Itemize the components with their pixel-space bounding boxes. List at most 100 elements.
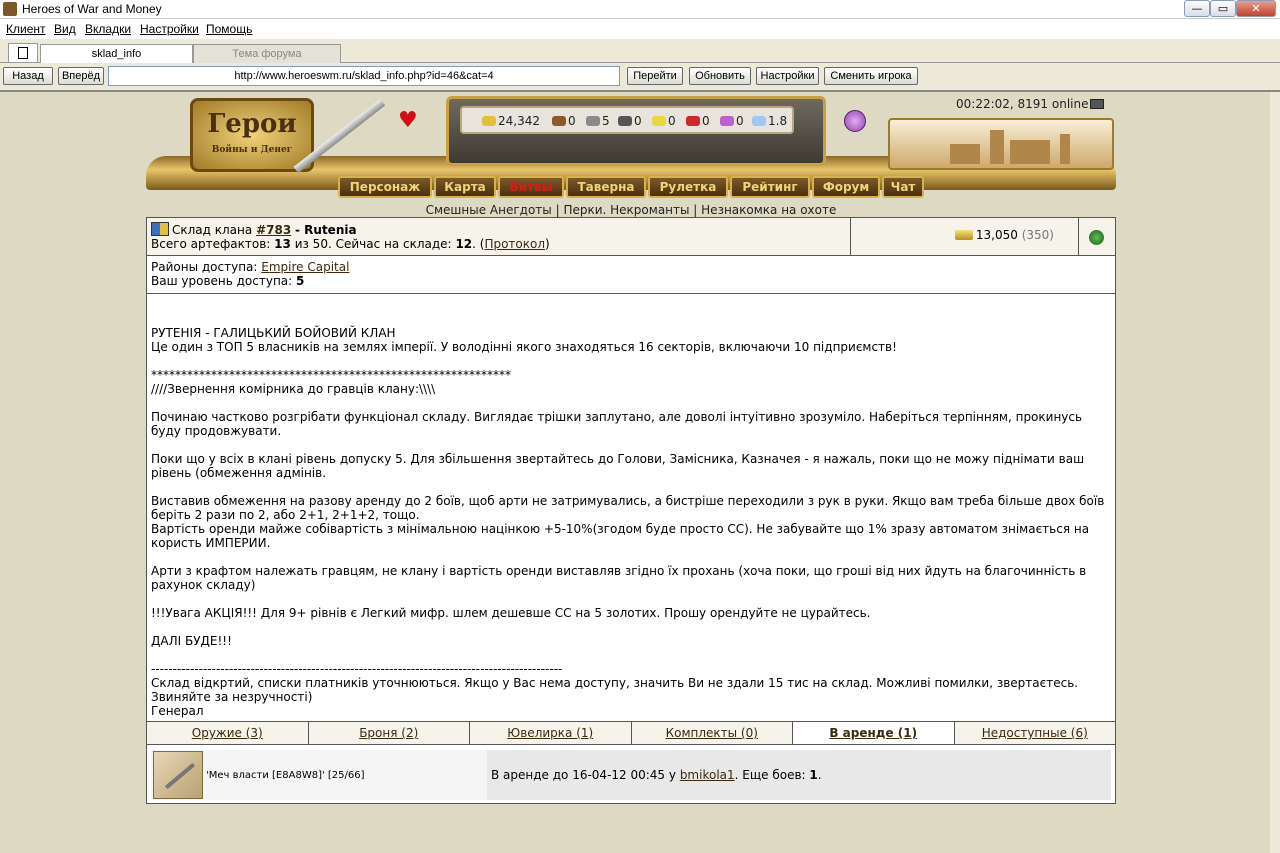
clan-warehouse-panel: Склад клана #783 - Rutenia Всего артефак…: [146, 217, 1116, 804]
clan-description: РУТЕНІЯ - ГАЛИЦЬКИЙ БОЙОВИЙ КЛАН Це один …: [151, 312, 1113, 718]
menu-help[interactable]: Помощь: [206, 22, 252, 36]
menu-settings[interactable]: Настройки: [140, 22, 199, 36]
gold-icon: [482, 116, 496, 126]
description-line: ****************************************…: [151, 368, 511, 382]
logo-title: Герои: [207, 109, 297, 139]
mercury-icon: [618, 116, 632, 126]
nav-chat[interactable]: Чат: [882, 176, 924, 198]
description-line: [151, 480, 1113, 494]
nav-character[interactable]: Персонаж: [338, 176, 432, 198]
back-button[interactable]: Назад: [3, 67, 53, 85]
res-mercury: 0: [618, 114, 642, 128]
menu-tabs[interactable]: Вкладки: [85, 22, 131, 36]
tab-sets[interactable]: Комплекты (0): [632, 722, 793, 744]
access-level: Ваш уровень доступа: 5: [151, 274, 305, 288]
url-input[interactable]: http://www.heroeswm.ru/sklad_info.php?id…: [108, 66, 620, 86]
warehouse-gold: 13,050 (350): [852, 218, 1079, 256]
tab-unavailable[interactable]: Недоступные (6): [955, 722, 1116, 744]
go-button[interactable]: Перейти: [627, 67, 683, 85]
description-line: ////Звернення комірника до гравців клану…: [151, 382, 436, 396]
description-line: [151, 438, 1113, 452]
tab-forum-topic[interactable]: Тема форума: [193, 44, 341, 63]
tab-rented[interactable]: В аренде (1): [793, 722, 955, 744]
res-crystal: 0: [686, 114, 710, 128]
menu-view[interactable]: Вид: [54, 22, 76, 36]
sulfur-icon: [652, 116, 666, 126]
description-line: РУТЕНІЯ - ГАЛИЦЬКИЙ БОЙОВИЙ КЛАН: [151, 326, 396, 340]
access-info: Районы доступа: Empire Capital Ваш урове…: [147, 256, 1115, 294]
menu-bar: Клиент Вид Вкладки Настройки Помощь: [0, 19, 1280, 39]
game-logo[interactable]: Герои Войны и Денег: [190, 98, 314, 172]
description-line: [151, 312, 1113, 326]
clan-flag-icon: [151, 222, 169, 236]
globe-icon[interactable]: [1089, 230, 1104, 245]
minimize-button[interactable]: —: [1184, 0, 1210, 17]
sword-item-image[interactable]: [153, 751, 203, 799]
warehouse-title: Склад клана #783 - Rutenia: [151, 222, 846, 237]
nav-battles[interactable]: Битвы: [498, 176, 564, 198]
description-line: Генерал: [151, 704, 204, 718]
tab-armor[interactable]: Броня (2): [309, 722, 470, 744]
description-line: [151, 648, 1113, 662]
page-icon: [18, 47, 28, 59]
description-line: Арти з крафтом належать гравцям, не клан…: [151, 564, 1091, 592]
city-picture[interactable]: [888, 118, 1114, 170]
nav-tavern[interactable]: Таверна: [566, 176, 646, 198]
forward-button[interactable]: Вперёд: [58, 67, 104, 85]
protocol-link[interactable]: Протокол: [484, 237, 545, 251]
description-line: [151, 620, 1113, 634]
clan-id-link[interactable]: #783: [256, 223, 291, 237]
mana-flask-icon: [844, 110, 866, 132]
new-tab-button[interactable]: [8, 43, 38, 63]
menu-client[interactable]: Клиент: [6, 22, 46, 36]
app-icon: [3, 2, 17, 16]
item-info: 'Меч власти [E8A8W8]' [25/66]: [151, 750, 487, 800]
description-line: [151, 396, 1113, 410]
window-title: Heroes of War and Money: [22, 2, 162, 16]
page-viewport: Герои Войны и Денег ♥ 24,342 0 5 0 0 0 0…: [0, 90, 1280, 853]
resources-panel: 24,342 0 5 0 0 0 0 1.8: [460, 106, 794, 134]
tab-weapons[interactable]: Оружие (3): [147, 722, 309, 744]
renter-link[interactable]: bmikola1: [680, 768, 735, 782]
gold-icon: [954, 230, 973, 240]
news-link-stranger[interactable]: Незнакомка на охоте: [701, 203, 836, 217]
logo-subtitle: Войны и Денег: [211, 145, 293, 155]
description-line: Поки що у всіх в клані рівень допуску 5.…: [151, 452, 1088, 480]
description-line: Виставив обмеження на разову аренду до 2…: [151, 494, 1109, 522]
description-line: !!!Увага АКЦІЯ!!! Для 9+ рівнів є Легкий…: [151, 606, 871, 620]
close-button[interactable]: ✕: [1236, 0, 1276, 17]
rented-item-row: 'Меч власти [E8A8W8]' [25/66] В аренде д…: [151, 750, 1111, 800]
news-links: Смешные Анегдоты | Перки. Некроманты | Н…: [425, 203, 837, 217]
description-line: [151, 354, 1113, 368]
settings-button[interactable]: Настройки: [756, 67, 819, 85]
description-line: [151, 592, 1113, 606]
switch-player-button[interactable]: Сменить игрока: [824, 67, 918, 85]
gems-icon: [720, 116, 734, 126]
district-link[interactable]: Empire Capital: [261, 260, 349, 274]
description-line: Це один з ТОП 5 власників на землях імпе…: [151, 340, 897, 354]
description-line: ----------------------------------------…: [151, 662, 563, 676]
news-link-jokes[interactable]: Смешные Анегдоты: [426, 203, 552, 217]
nav-forum[interactable]: Форум: [812, 176, 880, 198]
vertical-scrollbar[interactable]: [1270, 92, 1280, 853]
news-link-perks[interactable]: Перки. Некроманты: [563, 203, 689, 217]
tab-sklad-info[interactable]: sklad_info: [40, 44, 193, 63]
game-header: Герои Войны и Денег ♥ 24,342 0 5 0 0 0 0…: [146, 96, 1116, 201]
description-line: Склад відкртий, списки платників уточнюю…: [151, 676, 1082, 704]
res-sulfur: 0: [652, 114, 676, 128]
server-clock: 00:22:02, 8191 online: [956, 97, 1105, 111]
camera-icon[interactable]: [1090, 99, 1105, 109]
res-gold: 24,342: [482, 114, 540, 128]
refresh-button[interactable]: Обновить: [689, 67, 751, 85]
artifact-counts: Всего артефактов: 13 из 50. Сейчас на ск…: [151, 237, 550, 251]
nav-map[interactable]: Карта: [434, 176, 496, 198]
tab-jewelry[interactable]: Ювелирка (1): [470, 722, 632, 744]
res-ore: 5: [586, 114, 610, 128]
description-line: Починаю частково розгрібати функціонал с…: [151, 410, 1086, 438]
nav-roulette[interactable]: Рулетка: [648, 176, 728, 198]
maximize-button[interactable]: ▭: [1210, 0, 1236, 17]
res-wood: 0: [552, 114, 576, 128]
nav-rating[interactable]: Рейтинг: [730, 176, 810, 198]
diamond-icon: [752, 116, 766, 126]
nav-toolbar: Назад Вперёд http://www.heroeswm.ru/skla…: [0, 64, 1280, 88]
